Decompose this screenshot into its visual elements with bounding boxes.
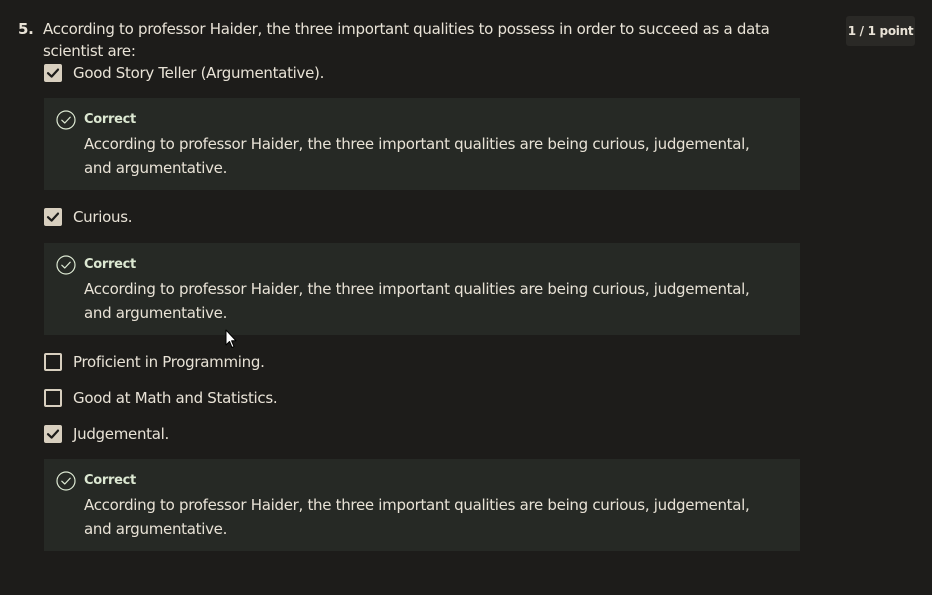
feedback-title: Correct <box>84 112 136 127</box>
checkbox-checked[interactable] <box>44 425 62 443</box>
option-math-statistics[interactable]: Good at Math and Statistics. <box>44 389 278 407</box>
check-circle-icon <box>56 471 76 491</box>
feedback-text: According to professor Haider, the three… <box>84 496 750 538</box>
check-circle-icon <box>56 110 76 130</box>
question-number: 5. <box>18 20 34 38</box>
checkmark-icon <box>46 68 60 78</box>
mouse-cursor-icon <box>225 329 237 348</box>
option-proficient-programming[interactable]: Proficient in Programming. <box>44 353 265 371</box>
option-label: Proficient in Programming. <box>73 353 265 371</box>
checkbox-unchecked[interactable] <box>44 389 62 407</box>
checkmark-icon <box>46 212 60 222</box>
checkbox-unchecked[interactable] <box>44 353 62 371</box>
quiz-page: 5. According to professor Haider, the th… <box>0 0 932 595</box>
feedback-text: According to professor Haider, the three… <box>84 135 750 177</box>
option-label: Good at Math and Statistics. <box>73 389 278 407</box>
checkmark-icon <box>46 429 60 439</box>
feedback-box: Correct According to professor Haider, t… <box>44 459 800 551</box>
option-judgemental[interactable]: Judgemental. <box>44 425 169 443</box>
option-label: Judgemental. <box>73 425 169 443</box>
feedback-text: According to professor Haider, the three… <box>84 280 750 322</box>
option-good-story-teller[interactable]: Good Story Teller (Argumentative). <box>44 64 324 82</box>
feedback-box: Correct According to professor Haider, t… <box>44 243 800 335</box>
feedback-box: Correct According to professor Haider, t… <box>44 98 800 190</box>
feedback-title: Correct <box>84 473 136 488</box>
option-curious[interactable]: Curious. <box>44 208 132 226</box>
check-circle-icon <box>56 255 76 275</box>
option-label: Good Story Teller (Argumentative). <box>73 64 325 82</box>
question-text: According to professor Haider, the three… <box>43 20 770 60</box>
checkbox-checked[interactable] <box>44 64 62 82</box>
checkbox-checked[interactable] <box>44 208 62 226</box>
question-header: 5. According to professor Haider, the th… <box>18 18 818 62</box>
option-label: Curious. <box>73 208 133 226</box>
points-badge: 1 / 1 point <box>846 16 915 46</box>
feedback-title: Correct <box>84 257 136 272</box>
